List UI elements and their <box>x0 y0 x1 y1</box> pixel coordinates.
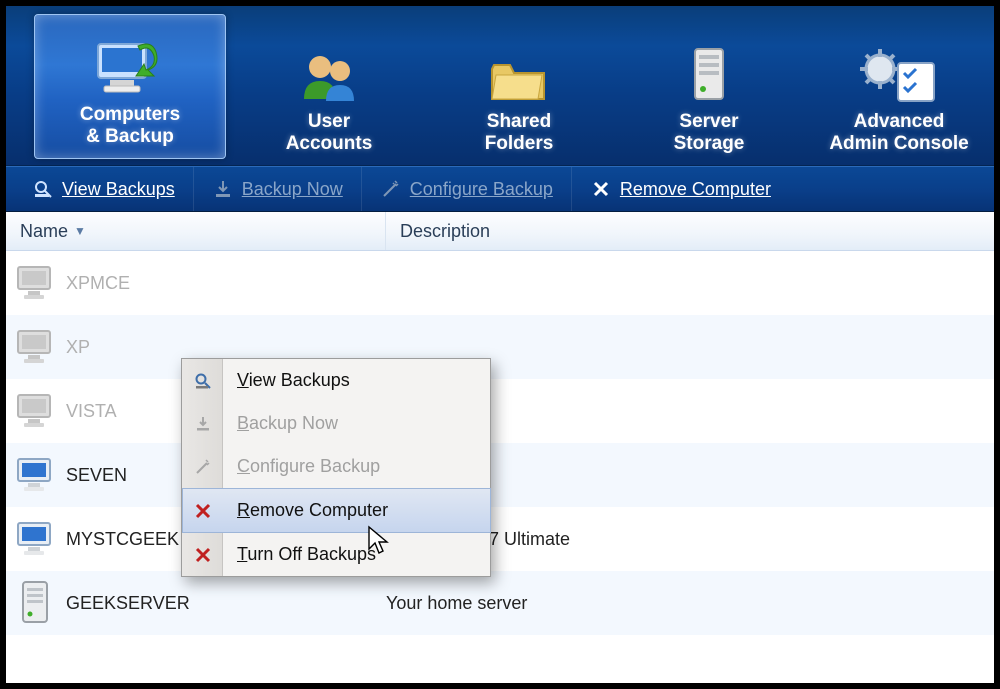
download-icon <box>212 178 234 200</box>
monitor-off-icon <box>6 263 66 303</box>
row-desc: Your home server <box>386 593 994 614</box>
action-configure-backup: Configure Backup <box>361 167 571 211</box>
tab-label: Shared <box>487 111 551 133</box>
computer-list: XPMCE XP <box>6 251 994 635</box>
folder-icon <box>474 37 564 107</box>
action-label: View Backups <box>62 179 175 200</box>
ribbon: Computers & Backup User Accounts <box>6 6 994 166</box>
tab-computers-backup[interactable]: Computers & Backup <box>34 14 226 159</box>
wand-icon <box>193 457 213 477</box>
menu-configure-backup: Configure Backup <box>223 445 490 488</box>
list-item[interactable]: SEVEN <box>6 443 994 507</box>
action-view-backups[interactable]: View Backups <box>14 167 193 211</box>
users-icon <box>284 37 374 107</box>
magnifier-icon <box>32 178 54 200</box>
row-name: XP <box>66 337 386 358</box>
tab-label: Accounts <box>286 133 373 155</box>
server-icon <box>664 37 754 107</box>
monitor-off-icon <box>6 327 66 367</box>
menu-label: Remove Computer <box>237 500 388 521</box>
menu-view-backups[interactable]: View Backups <box>223 359 490 402</box>
tab-label: Advanced <box>854 111 945 133</box>
action-backup-now: Backup Now <box>193 167 361 211</box>
list-item[interactable]: XPMCE <box>6 251 994 315</box>
tab-label: Admin Console <box>829 133 968 155</box>
sort-indicator-icon: ▼ <box>74 224 86 238</box>
menu-turn-off-backups[interactable]: Turn Off Backups <box>223 533 490 576</box>
context-menu: View Backups Backup Now <box>181 358 491 577</box>
close-icon <box>193 501 213 521</box>
menu-label: Turn Off Backups <box>237 544 376 565</box>
tab-label: Storage <box>674 133 745 155</box>
menu-backup-now: Backup Now <box>223 402 490 445</box>
menu-remove-computer[interactable]: Remove Computer <box>182 488 491 533</box>
tab-server-storage[interactable]: Server Storage <box>614 18 804 165</box>
whs-console-window: Computers & Backup User Accounts <box>0 0 1000 689</box>
download-icon <box>193 414 213 434</box>
tab-admin-console[interactable]: Advanced Admin Console <box>804 18 994 165</box>
menu-label: View Backups <box>237 370 350 391</box>
tab-shared-folders[interactable]: Shared Folders <box>424 18 614 165</box>
tab-label: Computers <box>80 104 180 126</box>
tab-label: Server <box>679 111 738 133</box>
monitor-on-icon <box>6 455 66 495</box>
action-bar: View Backups Backup Now Configure Backup <box>6 166 994 212</box>
menu-label: Configure Backup <box>237 456 380 477</box>
tab-label: Folders <box>485 133 554 155</box>
list-item[interactable]: VISTA <box>6 379 994 443</box>
gear-checklist-icon <box>854 37 944 107</box>
column-header-name[interactable]: Name ▼ <box>6 212 386 250</box>
tab-label: User <box>308 111 350 133</box>
tab-label: & Backup <box>86 126 174 148</box>
row-name: XPMCE <box>66 273 386 294</box>
column-label: Description <box>400 221 490 242</box>
close-icon <box>590 178 612 200</box>
monitor-off-icon <box>6 391 66 431</box>
action-label: Configure Backup <box>410 179 553 200</box>
menu-label: Backup Now <box>237 413 338 434</box>
tab-user-accounts[interactable]: User Accounts <box>234 18 424 165</box>
server-icon <box>6 580 66 626</box>
list-item[interactable]: GEEKSERVER Your home server <box>6 571 994 635</box>
list-item[interactable]: XP <box>6 315 994 379</box>
column-header-description[interactable]: Description <box>386 212 994 250</box>
action-remove-computer[interactable]: Remove Computer <box>571 167 789 211</box>
action-label: Remove Computer <box>620 179 771 200</box>
column-header-row: Name ▼ Description <box>6 212 994 251</box>
close-icon <box>193 545 213 565</box>
list-item[interactable]: MYSTCGEEK oft Windows 7 Ultimate <box>6 507 994 571</box>
computer-backup-icon <box>85 30 175 100</box>
action-label: Backup Now <box>242 179 343 200</box>
row-name: GEEKSERVER <box>66 593 386 614</box>
monitor-on-icon <box>6 519 66 559</box>
wand-icon <box>380 178 402 200</box>
magnifier-icon <box>193 371 213 391</box>
column-label: Name <box>20 221 68 242</box>
